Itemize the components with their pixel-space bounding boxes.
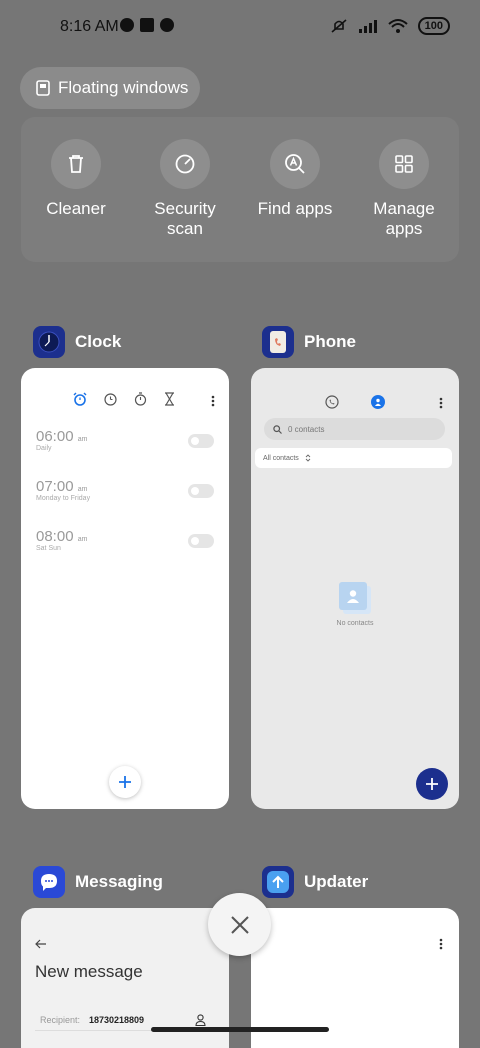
manage-apps-button[interactable]: Manage apps: [354, 139, 454, 239]
trash-icon: [51, 139, 101, 189]
phone-app-name: Phone: [304, 332, 356, 351]
recipient-label: Recipient:: [40, 1015, 81, 1025]
messaging-app-header[interactable]: Messaging: [33, 866, 163, 898]
signal-icon: [358, 20, 377, 33]
grid-icon: [379, 139, 429, 189]
floating-window-icon: [36, 80, 50, 96]
call-log-tab-icon[interactable]: [325, 395, 339, 414]
alarm-icon[interactable]: [73, 392, 87, 406]
clock-more-icon[interactable]: [211, 394, 215, 412]
contacts-filter-dropdown[interactable]: All contacts: [255, 448, 452, 468]
floating-windows-label: Floating windows: [58, 78, 189, 97]
plus-icon: [426, 778, 438, 790]
empty-contacts-icon: [339, 582, 371, 614]
alarm-repeat: Sat Sun: [36, 545, 61, 552]
alarm-toggle[interactable]: [188, 534, 214, 548]
new-message-title: New message: [35, 962, 143, 981]
plus-icon: [119, 776, 131, 788]
alarm-repeat: Monday to Friday: [36, 495, 91, 502]
phone-app-icon: [262, 326, 294, 358]
alarm-row[interactable]: 07:00 am Monday to Friday: [36, 478, 214, 502]
updater-app-icon: [262, 866, 294, 898]
find-apps-icon: [270, 139, 320, 189]
search-icon: [273, 424, 282, 434]
updater-more-icon[interactable]: [439, 937, 443, 955]
cleaner-button[interactable]: Cleaner: [26, 139, 126, 219]
alarm-time: 06:00: [36, 428, 74, 445]
close-icon: [230, 915, 249, 934]
clock-tabs: [73, 392, 175, 406]
notification-app-icon-2: [160, 18, 174, 32]
quick-tools-panel: Cleaner Security scan Find apps Manage app…: [21, 117, 459, 262]
contacts-search-input[interactable]: 0 contacts: [264, 418, 445, 440]
alarm-ampm: am: [77, 536, 88, 543]
no-contacts-text: No contacts: [336, 620, 374, 627]
world-clock-icon[interactable]: [104, 392, 117, 406]
alarm-row[interactable]: 06:00 am Daily: [36, 428, 214, 452]
alarm-ampm: am: [77, 436, 88, 443]
add-contact-button[interactable]: [416, 768, 448, 800]
alarm-time: 07:00: [36, 478, 74, 495]
updater-app-name: Updater: [304, 872, 369, 891]
status-notification-icons: [120, 18, 174, 32]
alarm-row[interactable]: 08:00 am Sat Sun: [36, 528, 214, 552]
messaging-app-name: Messaging: [75, 872, 163, 891]
cleaner-label: Cleaner: [46, 199, 106, 218]
alarm-time: 08:00: [36, 528, 74, 545]
status-right-icons: 100: [330, 17, 450, 35]
timer-icon[interactable]: [164, 392, 175, 406]
home-indicator[interactable]: [151, 1027, 329, 1032]
security-scan-icon: [160, 139, 210, 189]
security-scan-button[interactable]: Security scan: [135, 139, 235, 239]
search-placeholder: 0 contacts: [288, 424, 325, 434]
mute-icon: [331, 19, 347, 33]
sort-arrows-icon: [305, 454, 311, 462]
status-time: 8:16 AM: [60, 18, 119, 35]
stopwatch-icon[interactable]: [134, 392, 147, 406]
phone-app-header[interactable]: Phone: [262, 326, 356, 358]
alarm-ampm: am: [77, 486, 88, 493]
contacts-filter-label: All contacts: [263, 454, 299, 462]
find-apps-button[interactable]: Find apps: [245, 139, 345, 219]
messaging-app-icon: [33, 866, 65, 898]
notification-square-icon: [140, 18, 154, 32]
wifi-icon: [387, 19, 408, 33]
floating-windows-button[interactable]: Floating windows: [20, 67, 200, 109]
recipient-field[interactable]: 18730218809: [89, 1015, 144, 1025]
clock-app-header[interactable]: Clock: [33, 326, 121, 358]
alarm-toggle[interactable]: [188, 484, 214, 498]
clock-app-name: Clock: [75, 332, 122, 351]
phone-app-card[interactable]: 0 contacts All contacts No contacts: [251, 368, 459, 809]
back-arrow-icon[interactable]: [35, 936, 47, 954]
updater-app-header[interactable]: Updater: [262, 866, 368, 898]
alarm-toggle[interactable]: [188, 434, 214, 448]
clear-all-button[interactable]: [208, 893, 271, 956]
clock-app-card[interactable]: 06:00 am Daily 07:00 am Monday to Friday…: [21, 368, 229, 809]
alarm-repeat: Daily: [36, 445, 52, 452]
battery-indicator: 100: [417, 17, 450, 35]
add-alarm-button[interactable]: [109, 766, 141, 798]
security-scan-label: Security scan: [154, 199, 216, 238]
phone-more-icon[interactable]: [439, 396, 443, 414]
find-apps-label: Find apps: [257, 199, 333, 218]
clock-app-icon: [33, 326, 65, 358]
manage-apps-label: Manage apps: [373, 199, 435, 238]
contacts-tab-icon[interactable]: [371, 395, 385, 409]
notification-app-icon: [120, 18, 134, 32]
